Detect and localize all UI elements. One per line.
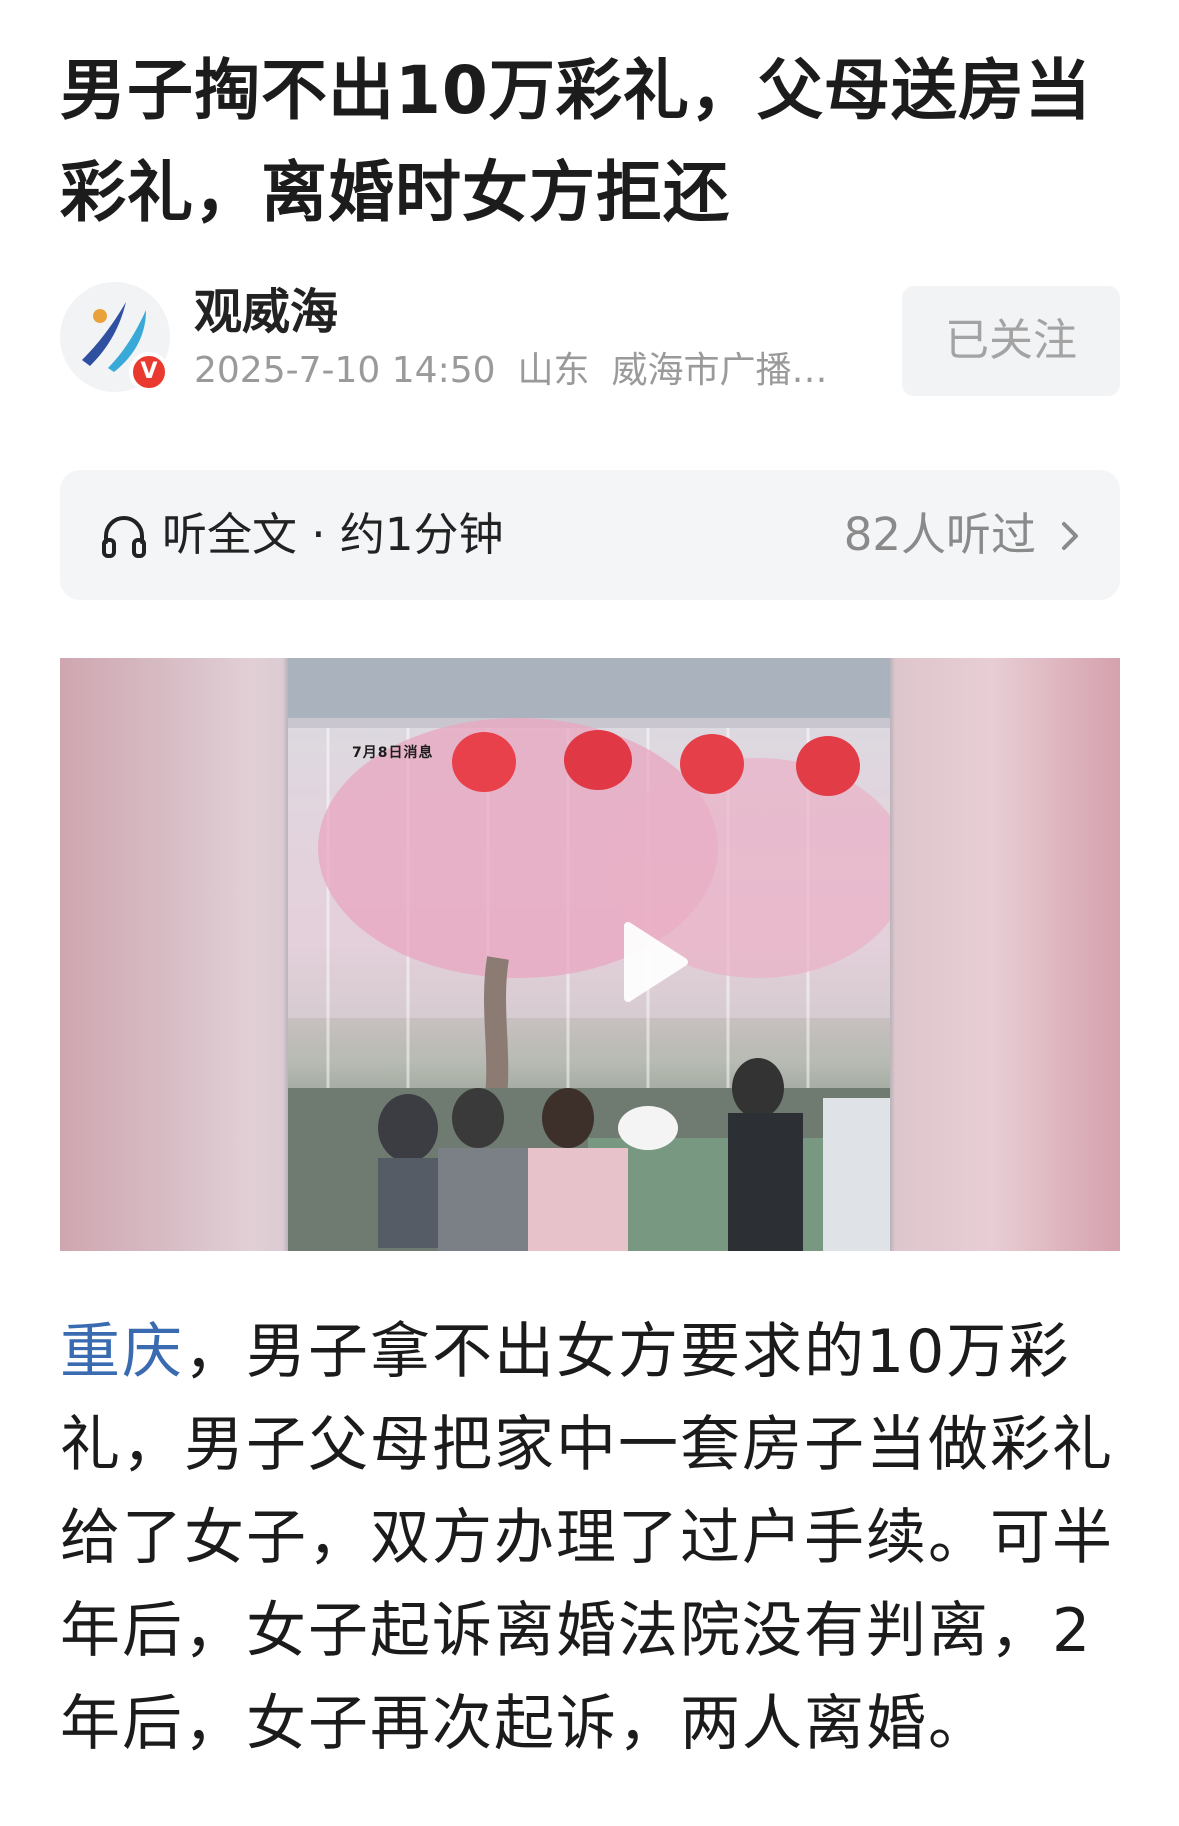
author-row: V 观威海 2025-7-10 14:50 山东 威海市广播… 已关注	[60, 282, 1120, 396]
play-icon[interactable]	[618, 920, 690, 1004]
chevron-right-icon	[1062, 522, 1078, 550]
article-title: 男子掏不出10万彩礼，父母送房当彩礼，离婚时女方拒还	[60, 52, 1092, 231]
verified-badge-icon: V	[129, 352, 169, 392]
video-frame: 7月8日消息	[288, 658, 890, 1251]
video-player[interactable]: 7月8日消息	[60, 658, 1120, 1251]
publish-datetime: 2025-7-10 14:50	[194, 350, 496, 391]
author-name[interactable]: 观威海	[194, 282, 338, 342]
headphone-icon	[102, 516, 146, 558]
publish-source: 威海市广播…	[611, 350, 828, 391]
listen-label: 听全文 · 约1分钟	[162, 508, 504, 561]
publish-region: 山东	[517, 350, 590, 391]
follow-button[interactable]: 已关注	[902, 286, 1120, 396]
author-avatar[interactable]: V	[60, 282, 170, 392]
video-overlay-text: 7月8日消息	[352, 745, 434, 761]
article-body-text: ，男子拿不出女方要求的10万彩礼，男子父母把家中一套房子当做彩礼给了女子，双方办…	[60, 1317, 1114, 1759]
location-link[interactable]: 重庆	[60, 1317, 184, 1387]
article-meta: 2025-7-10 14:50 山东 威海市广播…	[194, 348, 914, 394]
article-body: 重庆，男子拿不出女方要求的10万彩礼，男子父母把家中一套房子当做彩礼给了女子，双…	[60, 1306, 1120, 1771]
listen-full-text-bar[interactable]: 听全文 · 约1分钟 82人听过	[60, 470, 1120, 600]
listen-count: 82人听过	[843, 508, 1036, 561]
